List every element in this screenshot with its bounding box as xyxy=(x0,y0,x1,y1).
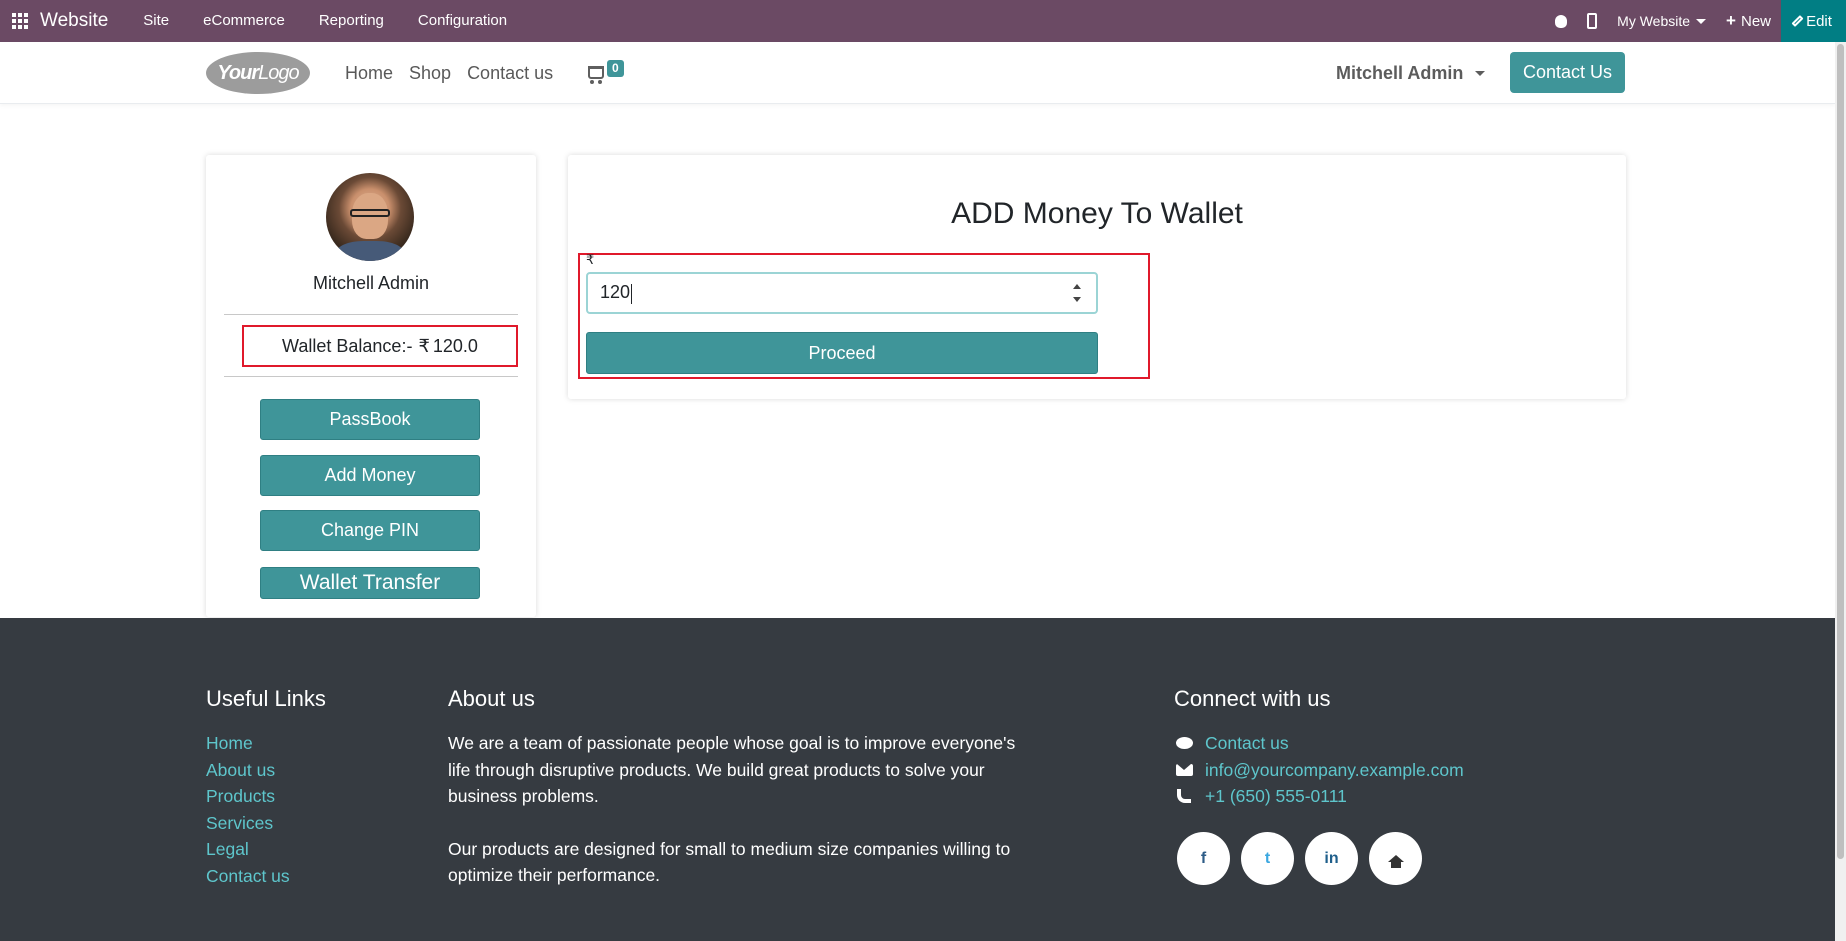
text-cursor xyxy=(631,283,633,304)
logo-text-bold: Your xyxy=(217,61,259,84)
social-links: f t in xyxy=(1177,832,1433,885)
admin-topbar: Website Site eCommerce Reporting Configu… xyxy=(0,0,1846,42)
email-row[interactable]: info@yourcompany.example.com xyxy=(1174,757,1464,784)
main-nav: Home Shop Contact us xyxy=(345,42,569,104)
footer-link-contact[interactable]: Contact us xyxy=(206,863,326,890)
page-title: ADD Money To Wallet xyxy=(951,197,1243,230)
about-column: About us We are a team of passionate peo… xyxy=(448,686,1028,889)
edit-button[interactable]: Edit xyxy=(1781,0,1846,42)
passbook-button[interactable]: PassBook xyxy=(260,399,480,440)
top-menu: Site eCommerce Reporting Configuration xyxy=(126,0,524,42)
divider xyxy=(224,314,518,315)
site-logo[interactable]: Your Logo xyxy=(206,52,310,94)
nav-home[interactable]: Home xyxy=(345,63,393,84)
twitter-icon[interactable]: t xyxy=(1241,832,1294,885)
currency-symbol: ₹ xyxy=(418,335,430,356)
useful-links-column: Useful Links Home About us Products Serv… xyxy=(206,686,326,889)
bug-icon xyxy=(1555,14,1568,28)
balance-label: Wallet Balance:- xyxy=(282,335,413,356)
useful-links-heading: Useful Links xyxy=(206,686,326,711)
site-header: Your Logo Home Shop Contact us 0 Mitchell… xyxy=(0,42,1835,104)
nav-contact[interactable]: Contact us xyxy=(467,63,553,84)
user-dropdown-label: Mitchell Admin xyxy=(1336,62,1464,83)
amount-text: 120 xyxy=(600,282,631,303)
footer-link-home[interactable]: Home xyxy=(206,730,326,757)
page-scrollbar[interactable] xyxy=(1835,42,1846,941)
footer-link-about[interactable]: About us xyxy=(206,757,326,784)
contact-us-button[interactable]: Contact Us xyxy=(1510,52,1625,93)
add-money-button[interactable]: Add Money xyxy=(260,455,480,496)
menu-site[interactable]: Site xyxy=(126,0,186,42)
contact-link[interactable]: Contact us xyxy=(1205,730,1289,757)
email-link[interactable]: info@yourcompany.example.com xyxy=(1205,757,1464,784)
edit-label: Edit xyxy=(1806,12,1832,30)
connect-heading: Connect with us xyxy=(1174,686,1331,711)
wallet-sidebar: Mitchell Admin Wallet Balance:- ₹ 120.0 … xyxy=(206,155,536,617)
envelope-icon xyxy=(1175,763,1193,776)
about-heading: About us xyxy=(448,686,535,711)
website-selector[interactable]: My Website xyxy=(1607,0,1716,42)
wallet-transfer-button[interactable]: Wallet Transfer xyxy=(260,567,480,599)
about-text: We are a team of passionate people whose… xyxy=(448,730,1028,889)
apps-menu-icon[interactable] xyxy=(0,0,40,42)
amount-value: 120 xyxy=(600,282,1070,304)
connect-column: Connect with us Contact us info@yourcomp… xyxy=(1174,686,1464,810)
balance-value: 120.0 xyxy=(432,335,478,356)
proceed-button[interactable]: Proceed xyxy=(586,332,1098,374)
debug-button[interactable] xyxy=(1545,0,1577,42)
number-spinner[interactable] xyxy=(1070,280,1084,306)
menu-configuration[interactable]: Configuration xyxy=(401,0,524,42)
chat-icon xyxy=(1175,737,1193,750)
topbar-actions: My Website + New Edit xyxy=(1545,0,1846,42)
home-icon[interactable] xyxy=(1369,832,1422,885)
cart-count-badge: 0 xyxy=(607,60,624,77)
wallet-balance: Wallet Balance:- ₹ 120.0 xyxy=(242,325,518,367)
facebook-icon[interactable]: f xyxy=(1177,832,1230,885)
app-name[interactable]: Website xyxy=(40,10,108,32)
menu-ecommerce[interactable]: eCommerce xyxy=(186,0,302,42)
chevron-down-icon xyxy=(1696,18,1707,24)
user-dropdown[interactable]: Mitchell Admin xyxy=(1336,42,1486,104)
site-footer: Useful Links Home About us Products Serv… xyxy=(0,618,1835,941)
profile-name: Mitchell Admin xyxy=(312,273,430,293)
phone-link[interactable]: +1 (650) 555-0111 xyxy=(1205,783,1347,810)
spin-down-icon[interactable] xyxy=(1073,297,1081,302)
scrollbar-thumb[interactable] xyxy=(1837,44,1844,859)
phone-icon xyxy=(1177,789,1191,804)
cart-icon xyxy=(588,66,604,84)
divider xyxy=(224,376,518,377)
linkedin-icon[interactable]: in xyxy=(1305,832,1358,885)
chevron-down-icon xyxy=(1475,70,1486,76)
mobile-preview-button[interactable] xyxy=(1577,0,1607,42)
new-button[interactable]: + New xyxy=(1716,0,1781,42)
new-label: New xyxy=(1740,12,1771,30)
about-paragraph-2: Our products are designed for small to m… xyxy=(448,838,1011,886)
footer-link-products[interactable]: Products xyxy=(206,783,326,810)
about-paragraph-1: We are a team of passionate people whose… xyxy=(448,733,1016,806)
plus-icon: + xyxy=(1726,11,1736,30)
nav-shop[interactable]: Shop xyxy=(409,63,451,84)
spin-up-icon[interactable] xyxy=(1073,284,1081,289)
change-pin-button[interactable]: Change PIN xyxy=(260,510,480,551)
phone-row[interactable]: +1 (650) 555-0111 xyxy=(1174,783,1464,810)
footer-link-legal[interactable]: Legal xyxy=(206,836,326,863)
footer-link-services[interactable]: Services xyxy=(206,810,326,837)
cart-link[interactable]: 0 xyxy=(588,60,624,84)
add-money-panel: ADD Money To Wallet ₹ 120 Proceed xyxy=(568,155,1626,399)
currency-label: ₹ xyxy=(586,252,595,267)
menu-reporting[interactable]: Reporting xyxy=(302,0,401,42)
amount-input[interactable]: 120 xyxy=(586,272,1098,314)
website-selector-label: My Website xyxy=(1617,13,1691,29)
mobile-icon xyxy=(1587,13,1598,29)
logo-text: Logo xyxy=(258,61,299,84)
contact-link-row[interactable]: Contact us xyxy=(1174,730,1464,757)
pencil-icon xyxy=(1791,14,1804,28)
avatar xyxy=(326,173,414,261)
